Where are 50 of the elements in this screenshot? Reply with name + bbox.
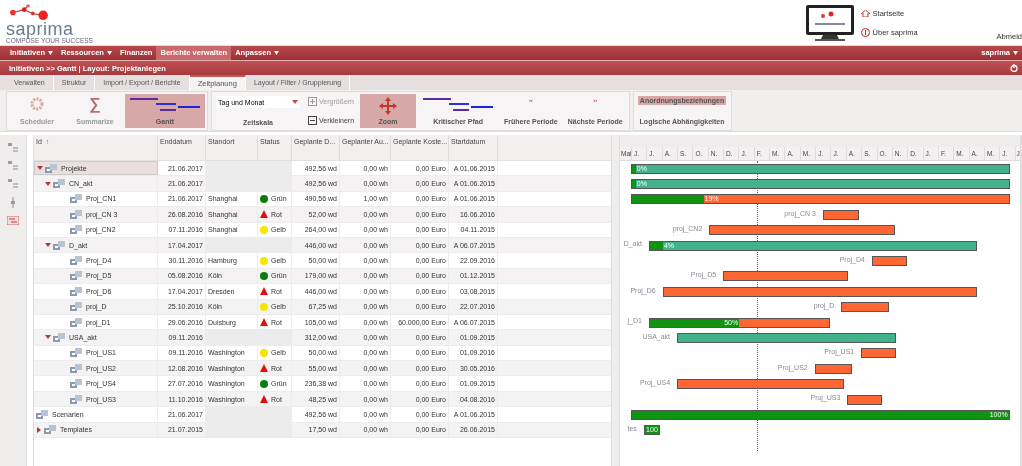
project-icon (70, 302, 82, 312)
caret-icon (106, 51, 112, 55)
gantt-bar[interactable] (861, 348, 897, 359)
gantt-bar[interactable] (709, 225, 895, 236)
gantt-bar[interactable] (662, 286, 977, 297)
gantt-bar[interactable] (723, 271, 848, 282)
project-icon (36, 409, 48, 419)
monitor-icon (804, 3, 855, 42)
caret-icon (1013, 51, 1018, 55)
project-icon (53, 240, 65, 250)
caret-icon (48, 51, 53, 55)
gantt-bar[interactable] (677, 379, 844, 390)
expand-toggle-icon[interactable] (37, 165, 43, 172)
project-icon (70, 209, 82, 219)
expand-toggle-icon[interactable] (45, 334, 51, 341)
brand-name: saprima (6, 21, 74, 37)
gantt-bars-icon (128, 97, 202, 113)
gantt-bar[interactable] (822, 209, 859, 220)
home-icon (860, 9, 870, 17)
gantt-bar[interactable] (841, 302, 889, 313)
sigma-icon: ∑ (89, 97, 101, 111)
zoom-out-icon (308, 116, 317, 125)
gantt-bar[interactable] (872, 256, 907, 267)
power-icon[interactable] (1010, 64, 1018, 72)
project-icon (70, 225, 82, 235)
project-icon (44, 425, 56, 435)
expand-toggle-icon[interactable] (45, 180, 51, 187)
project-icon (70, 363, 82, 373)
zoom-in-icon (308, 97, 317, 106)
gear-icon (30, 97, 44, 111)
gantt-bar[interactable] (814, 363, 852, 374)
info-icon (860, 27, 870, 37)
project-icon (70, 271, 82, 281)
project-icon (70, 379, 82, 389)
gantt-bars-icon (421, 97, 496, 113)
project-icon (70, 194, 82, 204)
caret-icon (292, 100, 298, 104)
project-icon (53, 179, 65, 189)
project-icon (53, 333, 65, 342)
gantt-bar[interactable] (847, 394, 882, 405)
project-icon (70, 256, 82, 266)
project-icon (70, 348, 82, 358)
caret-icon (274, 51, 280, 55)
project-icon (70, 317, 82, 327)
expand-toggle-icon[interactable] (36, 426, 42, 433)
project-icon (70, 394, 82, 404)
move-arrows-icon (379, 97, 398, 115)
project-icon (70, 286, 82, 296)
expand-toggle-icon[interactable] (45, 242, 51, 249)
project-icon (45, 163, 57, 173)
